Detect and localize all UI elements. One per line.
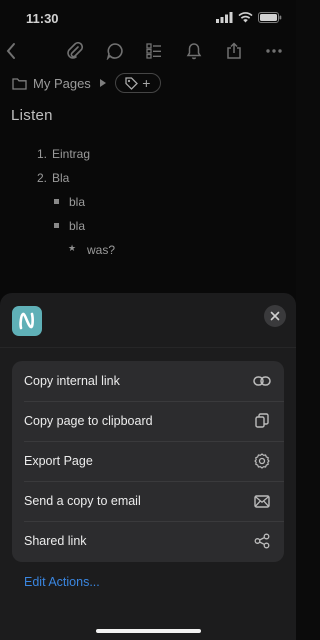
action-label: Export Page [24,454,93,468]
app-icon [12,306,42,336]
gear-icon [252,451,272,471]
edit-actions-link[interactable]: Edit Actions... [24,575,100,589]
actions-sheet: Copy internal link Copy page to clipboar… [0,293,296,640]
close-button[interactable] [264,305,286,327]
copy-icon [252,411,272,431]
action-label: Shared link [24,534,87,548]
actions-list: Copy internal link Copy page to clipboar… [12,361,284,562]
divider [0,347,296,348]
action-send-copy-email[interactable]: Send a copy to email [12,481,284,521]
mail-icon [252,491,272,511]
share-nodes-icon [252,531,272,551]
action-label: Send a copy to email [24,494,141,508]
action-label: Copy page to clipboard [24,414,153,428]
action-copy-page-to-clipboard[interactable]: Copy page to clipboard [12,401,284,441]
action-shared-link[interactable]: Shared link [12,521,284,561]
action-copy-internal-link[interactable]: Copy internal link [12,361,284,401]
action-export-page[interactable]: Export Page [12,441,284,481]
action-label: Copy internal link [24,374,120,388]
close-icon [270,311,280,321]
link-icon [252,371,272,391]
home-indicator[interactable] [96,629,201,633]
